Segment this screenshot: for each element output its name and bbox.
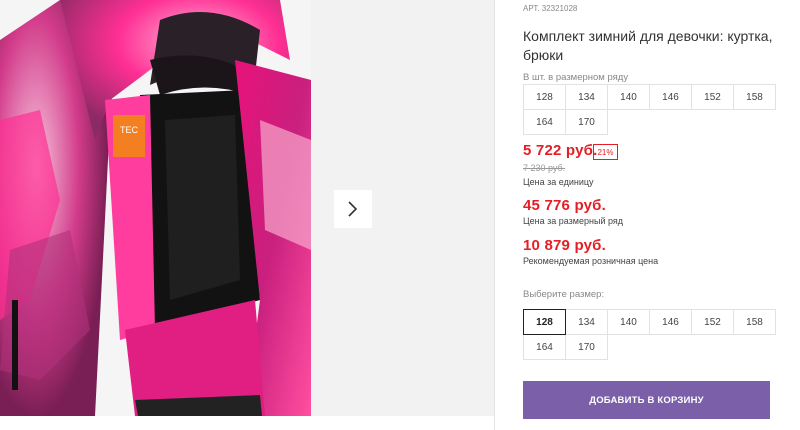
size-option[interactable]: 164 [523,334,566,360]
discount-badge: 21% [593,144,618,160]
add-to-cart-button[interactable]: ДОБАВИТЬ В КОРЗИНУ [523,381,770,419]
size-option[interactable]: 146 [649,309,692,335]
row-price-caption: Цена за размерный ряд [523,216,624,226]
size-option[interactable]: 134 [565,309,608,335]
product-image: TEC [0,0,311,416]
retail-price-caption: Рекомендуемая розничная цена [523,256,659,266]
product-title: Комплект зимний для девочки: куртка, брю… [523,28,773,63]
size-option[interactable]: 170 [565,334,608,360]
size-row-item: 134 [565,84,608,110]
size-option[interactable]: 158 [733,309,776,335]
size-row-grid: 128 134 140 146 152 158 164 170 [523,84,776,135]
size-option[interactable]: 140 [607,309,650,335]
divider [494,0,495,430]
size-option[interactable]: 152 [691,309,734,335]
next-image-button[interactable] [334,190,372,228]
svg-text:TEC: TEC [120,125,139,135]
size-option-selected[interactable]: 128 [523,309,566,335]
size-row-item: 158 [733,84,776,110]
article-number: АРТ. 32321028 [523,4,578,13]
size-row-item: 164 [523,109,566,135]
row-price: 45 776 руб. [523,197,606,214]
size-select-label: Выберите размер: [523,289,605,300]
size-row-item: 152 [691,84,734,110]
unit-price-caption: Цена за единицу [523,177,594,187]
chevron-right-icon [348,201,358,217]
size-row-label: В шт. в размерном ряду [523,72,629,83]
size-row-item: 128 [523,84,566,110]
unit-price: 5 722 руб. [523,142,598,159]
size-row-item: 146 [649,84,692,110]
size-select-grid: 128 134 140 146 152 158 164 170 [523,309,776,360]
retail-price: 10 879 руб. [523,237,606,254]
size-row-item: 140 [607,84,650,110]
old-price: 7 230 руб. [523,163,566,173]
size-row-item: 170 [565,109,608,135]
